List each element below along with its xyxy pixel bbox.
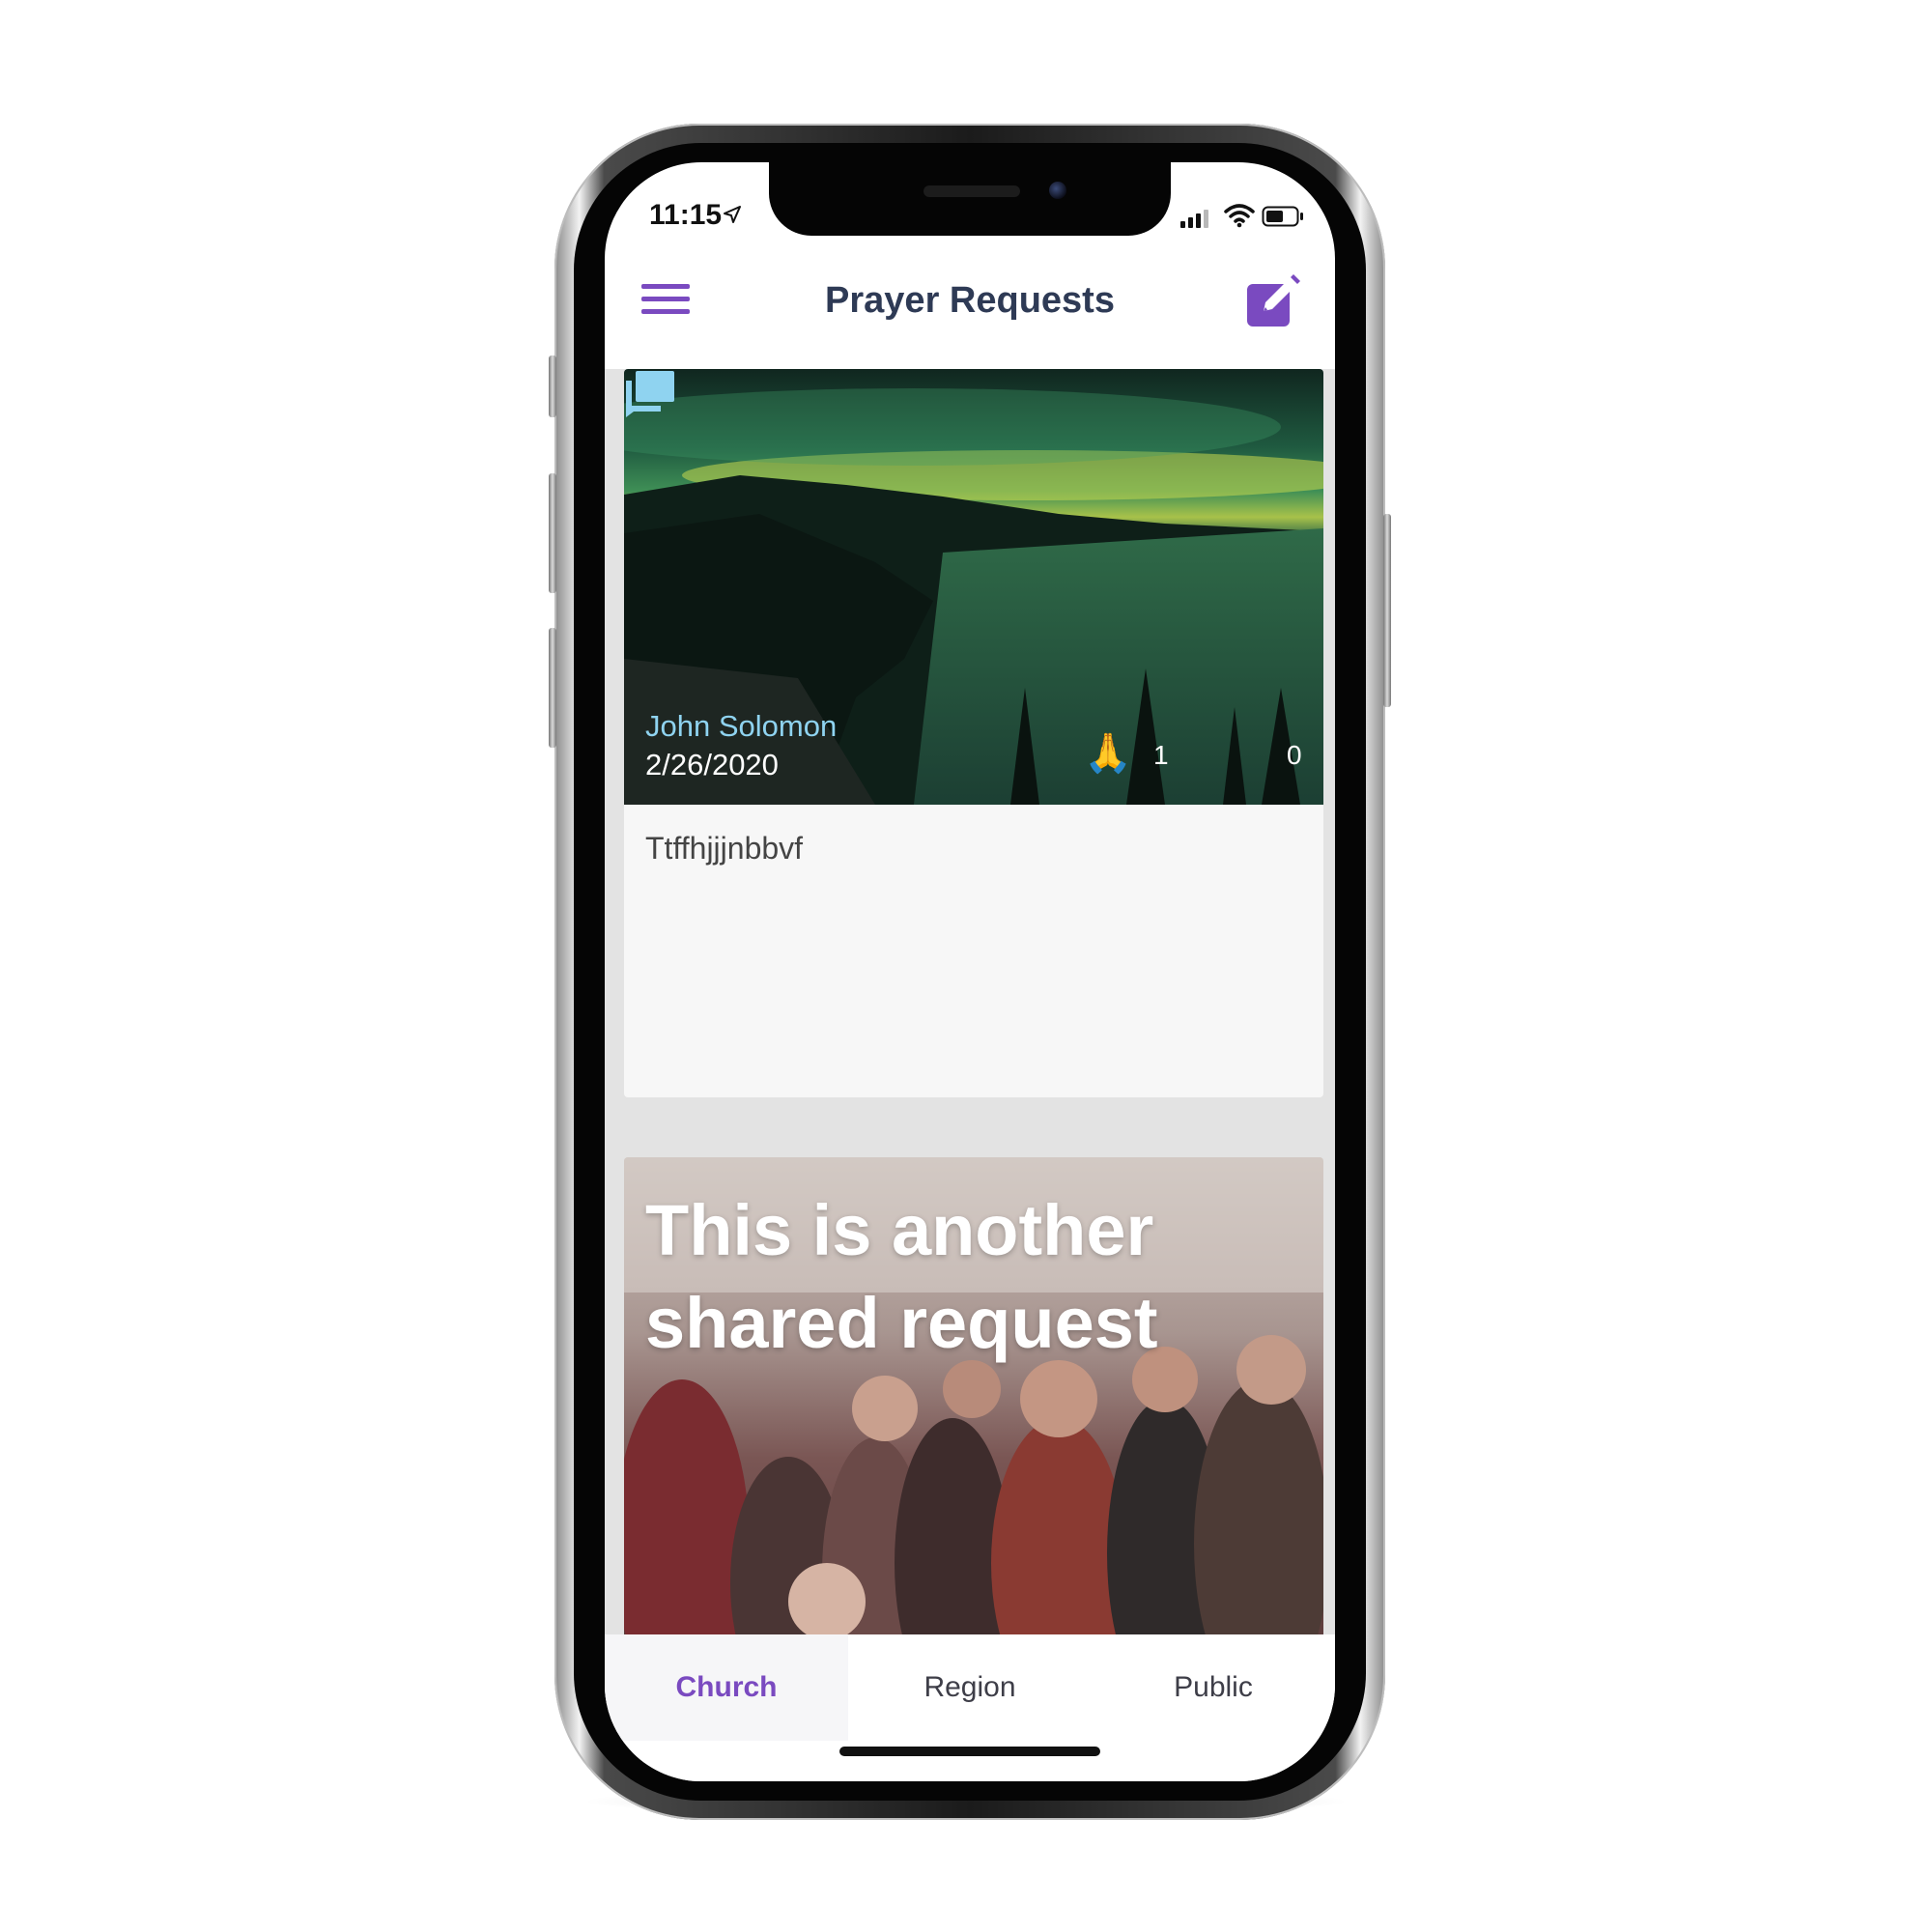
prayer-request-text: Ttffhjjjnbbvf <box>645 831 804 866</box>
earpiece-speaker <box>923 185 1020 197</box>
wifi-icon <box>1224 204 1255 228</box>
signal-icon <box>1180 210 1208 228</box>
author-name[interactable]: John Solomon <box>645 709 837 744</box>
pray-count: 1 <box>1153 740 1169 770</box>
phone-screen: 11:15 Prayer Requests John Solomon 2/26/… <box>605 162 1335 1781</box>
tab-region[interactable]: Region <box>848 1634 1092 1741</box>
battery-icon <box>1262 206 1303 227</box>
praying-hands-icon[interactable]: 🙏 <box>1084 730 1132 776</box>
request-overlay-text: This is another shared request <box>645 1190 1158 1363</box>
compose-icon[interactable] <box>1244 272 1300 328</box>
tab-public[interactable]: Public <box>1092 1634 1335 1741</box>
power-button <box>1383 514 1391 707</box>
comment-icon[interactable] <box>624 369 676 417</box>
home-indicator[interactable] <box>839 1747 1100 1756</box>
front-camera <box>1049 182 1066 199</box>
prayer-card[interactable]: John Solomon 2/26/2020 🙏 1 0 Ttffhjjjnbb… <box>624 369 1323 1097</box>
notch <box>769 162 1171 236</box>
tab-church[interactable]: Church <box>605 1634 848 1741</box>
status-time: 11:15 <box>649 199 723 231</box>
bottom-tab-bar: Church Region Public <box>605 1634 1335 1781</box>
post-date: 2/26/2020 <box>645 748 779 781</box>
comment-count: 0 <box>1287 740 1302 770</box>
prayer-feed[interactable]: John Solomon 2/26/2020 🙏 1 0 Ttffhjjjnbb… <box>605 369 1335 1634</box>
location-arrow-icon <box>724 206 741 223</box>
silent-switch <box>549 355 556 417</box>
volume-up-button <box>549 473 556 593</box>
page-title: Prayer Requests <box>825 280 1115 321</box>
prayer-card[interactable]: This is another shared request <box>624 1157 1323 1634</box>
volume-down-button <box>549 628 556 748</box>
congregation-image: This is another shared request <box>624 1157 1323 1634</box>
aurora-lake-image: John Solomon 2/26/2020 🙏 1 0 <box>624 369 1323 805</box>
